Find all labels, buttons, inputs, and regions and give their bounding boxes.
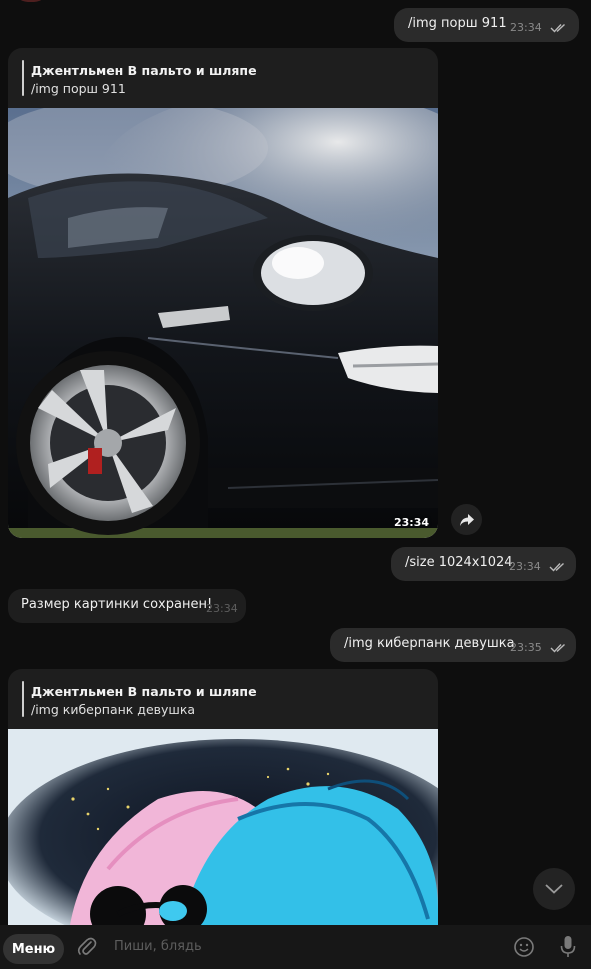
porsche-image[interactable]: 23:34 (8, 108, 438, 538)
reply-bar (22, 60, 24, 96)
outgoing-message[interactable]: /img порш 911 23:34 (394, 8, 579, 42)
attach-icon[interactable] (77, 936, 97, 958)
incoming-image-message[interactable]: Джентльмен В пальто и шляпе /img порш 91… (8, 48, 438, 538)
share-icon (459, 513, 474, 526)
outgoing-message[interactable]: /img киберпанк девушка 23:35 (330, 628, 576, 662)
scroll-down-button[interactable] (533, 868, 575, 910)
message-time: 23:34 (206, 602, 238, 615)
menu-button[interactable]: Меню (3, 934, 64, 964)
cyberpunk-girl-image[interactable] (8, 729, 438, 939)
cyberpunk-girl-art (8, 729, 438, 939)
message-text: /img порш 911 (408, 16, 507, 31)
message-text: /size 1024x1024 (405, 555, 513, 570)
message-time: 23:34 (510, 21, 542, 34)
message-text: Размер картинки сохранен! (21, 597, 213, 612)
emoji-icon[interactable] (513, 936, 535, 958)
incoming-message[interactable]: Размер картинки сохранен! 23:34 (8, 589, 246, 623)
message-text: /img киберпанк девушка (344, 636, 515, 651)
reply-text[interactable]: /img киберпанк девушка (31, 702, 195, 717)
image-time: 23:34 (394, 516, 430, 529)
outgoing-message[interactable]: /size 1024x1024 23:34 (391, 547, 576, 581)
reply-bar (22, 681, 24, 717)
message-time: 23:34 (509, 560, 541, 573)
message-input[interactable]: Пиши, блядь (114, 939, 202, 954)
message-composer: Меню Пиши, блядь (0, 925, 591, 969)
reply-author[interactable]: Джентльмен В пальто и шляпе (31, 63, 257, 78)
porsche-photo (8, 108, 438, 538)
microphone-icon[interactable] (560, 935, 576, 959)
share-button[interactable] (451, 504, 482, 535)
incoming-image-message[interactable]: Джентльмен В пальто и шляпе /img киберпа… (8, 669, 438, 939)
reply-author[interactable]: Джентльмен В пальто и шляпе (31, 684, 257, 699)
double-check-icon (550, 23, 565, 33)
chevron-down-icon (545, 884, 563, 894)
double-check-icon (550, 643, 565, 653)
chat-avatar-partial[interactable] (14, 0, 48, 2)
message-time: 23:35 (510, 641, 542, 654)
reply-text[interactable]: /img порш 911 (31, 81, 126, 96)
double-check-icon (549, 562, 564, 572)
